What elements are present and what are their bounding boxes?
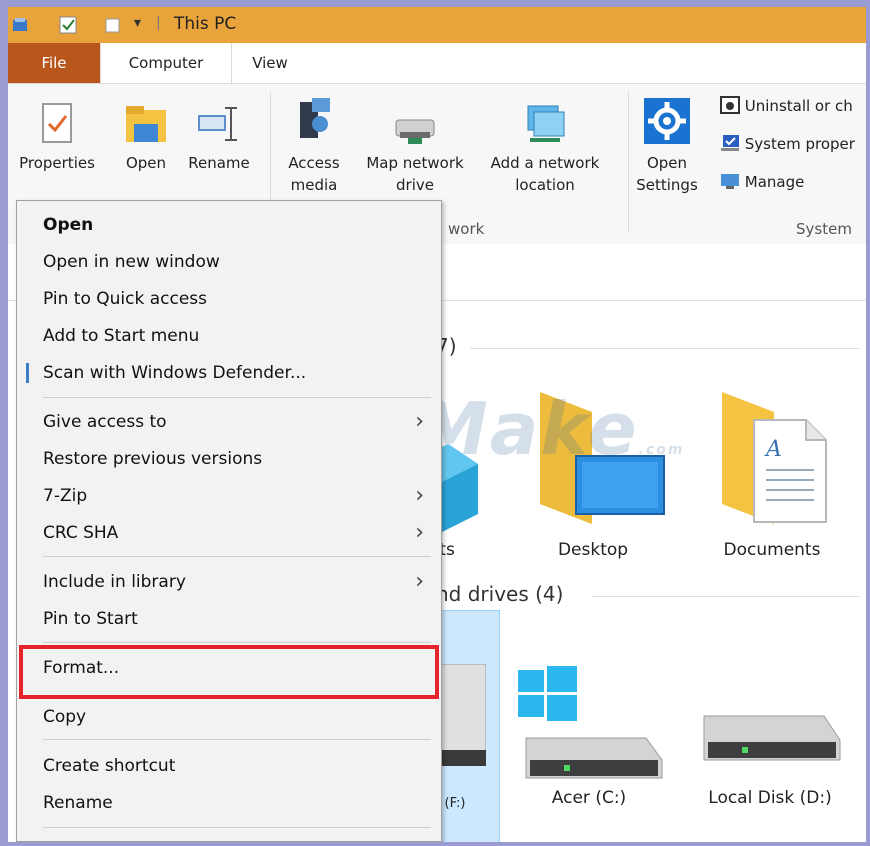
network-group-label: work [448, 220, 485, 238]
menu-item-scan-defender[interactable]: Scan with Windows Defender... [18, 355, 438, 391]
menu-item-crc-sha[interactable]: CRC SHA › [18, 515, 438, 551]
section-divider [592, 596, 860, 597]
local-disk-icon[interactable] [694, 704, 844, 784]
map-network-drive-button[interactable]: Map network drive [356, 112, 474, 196]
manage-icon [721, 174, 739, 189]
open-settings-label-1: Open [646, 154, 688, 172]
open-settings-button[interactable]: Open Settings [632, 96, 702, 196]
open-settings-label-2: Settings [636, 176, 698, 194]
menu-item-label: Rename [43, 793, 113, 813]
documents-folder-icon[interactable]: A [714, 392, 834, 532]
menu-item-add-start-menu[interactable]: Add to Start menu [18, 318, 438, 354]
window-title: This PC [174, 14, 237, 34]
rename-label: Rename [188, 154, 250, 172]
menu-item-7zip[interactable]: 7-Zip › [18, 478, 438, 514]
group-separator [628, 92, 629, 232]
menu-item-copy[interactable]: Copy [18, 699, 438, 735]
tab-file[interactable]: File [8, 43, 100, 83]
settings-gear-icon [644, 98, 690, 144]
system-properties-button[interactable]: System proper [720, 134, 855, 153]
menu-separator [43, 556, 431, 557]
submenu-arrow-icon: › [415, 409, 424, 434]
open-button[interactable]: Open [116, 102, 176, 174]
menu-item-label: Create shortcut [43, 756, 176, 776]
drive-label: Local Disk (D:) [708, 788, 832, 808]
menu-item-label: Include in library [43, 572, 186, 592]
section-divider [470, 348, 860, 349]
menu-item-rename[interactable]: Rename [18, 785, 438, 821]
add-network-location-button[interactable]: Add a network location [478, 102, 612, 196]
menu-item-label: Pin to Start [43, 609, 138, 629]
media-server-icon [300, 98, 330, 138]
title-bar: ▾ | This PC [8, 7, 866, 43]
uninstall-icon [720, 96, 740, 114]
network-drive-icon [395, 119, 435, 144]
customize-quick-access-icon[interactable]: ▾ [134, 15, 141, 31]
new-folder-icon[interactable] [104, 16, 122, 34]
properties-icon [42, 103, 72, 143]
folder-label: Documents [723, 540, 821, 560]
menu-separator [43, 642, 431, 643]
tab-view[interactable]: View [240, 43, 300, 83]
menu-item-label: Open in new window [43, 252, 220, 272]
menu-item-label: Give access to [43, 412, 167, 432]
manage-button[interactable]: Manage [720, 172, 804, 191]
map-network-drive-label: Map network drive [366, 154, 464, 194]
menu-item-label: Add to Start menu [43, 326, 200, 346]
access-media-label: Access media [288, 154, 340, 194]
tab-computer[interactable]: Computer [100, 43, 232, 83]
menu-separator [43, 827, 431, 828]
drives-section-header[interactable]: nd drives (4) [436, 582, 563, 606]
menu-item-label: Pin to Quick access [43, 289, 208, 309]
submenu-arrow-icon: › [415, 569, 424, 594]
system-properties-label: System proper [744, 135, 855, 153]
menu-item-label: Copy [43, 707, 87, 727]
menu-item-open[interactable]: Open [18, 207, 438, 243]
submenu-arrow-icon: › [415, 483, 424, 508]
menu-item-label: CRC SHA [43, 523, 119, 543]
context-menu: Open Open in new window Pin to Quick acc… [16, 200, 442, 842]
drive-label: (F:) [444, 796, 466, 811]
uninstall-label: Uninstall or ch [744, 97, 853, 115]
folder-label: Desktop [557, 540, 629, 560]
menu-item-label: Restore previous versions [43, 449, 263, 469]
open-label: Open [125, 154, 167, 172]
properties-check-icon[interactable] [58, 16, 80, 34]
manage-label: Manage [744, 173, 805, 191]
menu-item-create-shortcut[interactable]: Create shortcut [18, 748, 438, 784]
windows-drive-icon[interactable] [516, 664, 666, 784]
format-highlight-box [19, 645, 439, 699]
access-media-button[interactable]: Access media [278, 94, 350, 196]
system-properties-icon [721, 135, 739, 151]
menu-item-label: 7-Zip [43, 486, 88, 506]
menu-item-restore-versions[interactable]: Restore previous versions [18, 441, 438, 477]
submenu-arrow-icon: › [415, 520, 424, 545]
svg-text:A: A [764, 437, 782, 462]
menu-item-label: Scan with Windows Defender... [43, 363, 307, 383]
network-location-icon [527, 105, 565, 142]
add-network-location-label-2: location [515, 176, 575, 194]
ribbon-tabs: File Computer View [8, 43, 866, 83]
menu-item-pin-quick-access[interactable]: Pin to Quick access [18, 281, 438, 317]
title-separator: | [156, 15, 161, 31]
open-folder-icon [126, 106, 166, 142]
properties-label: Properties [19, 154, 95, 172]
explorer-window: ▾ | This PC File Computer View Propertie… [8, 7, 866, 842]
menu-item-pin-start[interactable]: Pin to Start [18, 601, 438, 637]
menu-separator [43, 397, 431, 398]
menu-item-open-new-window[interactable]: Open in new window [18, 244, 438, 280]
quick-access-icon[interactable] [12, 16, 30, 34]
menu-item-label: Open [43, 215, 94, 235]
add-network-location-label-1: Add a network [490, 154, 600, 172]
menu-item-give-access[interactable]: Give access to › [18, 404, 438, 440]
system-group-label: System [796, 220, 852, 238]
uninstall-program-button[interactable]: Uninstall or ch [720, 96, 853, 115]
drive-label: Acer (C:) [551, 788, 627, 808]
menu-separator [43, 739, 431, 740]
defender-icon [26, 363, 29, 383]
properties-button[interactable]: Properties [12, 102, 102, 174]
menu-item-include-library[interactable]: Include in library › [18, 564, 438, 600]
rename-button[interactable]: Rename [182, 102, 256, 174]
rename-icon [198, 107, 237, 141]
